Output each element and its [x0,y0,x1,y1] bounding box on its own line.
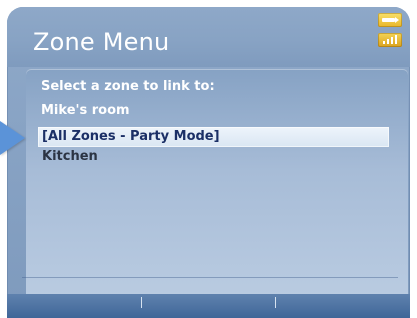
battery-icon [378,13,402,27]
panel-footer-divider [22,277,398,278]
softkey-right[interactable] [276,294,410,318]
zone-option-kitchen[interactable]: Kitchen [26,147,408,167]
signal-strength-icon [378,33,402,47]
remote-control-display: Zone Menu Select a zone to link to: Mike… [0,0,417,318]
zone-list-panel: Select a zone to link to: Mike's room [A… [26,69,408,295]
zone-list: [All Zones - Party Mode] Kitchen [26,127,408,167]
battery-level-bar [382,18,395,22]
battery-arrow [395,17,399,23]
zone-option-all-zones-party-mode[interactable]: [All Zones - Party Mode] [38,127,389,147]
softkey-bar [7,294,410,318]
zone-menu-screen: Zone Menu Select a zone to link to: Mike… [7,7,410,318]
signal-bar-1 [383,41,385,44]
zone-link-prompt: Select a zone to link to: [41,79,215,94]
header-bar: Zone Menu [7,7,410,67]
selection-pointer-arrow [0,121,25,155]
signal-bar-3 [391,37,393,44]
softkey-left[interactable] [7,294,141,318]
signal-bar-2 [387,39,389,44]
page-title: Zone Menu [33,28,170,56]
signal-bar-4 [395,35,397,44]
softkey-middle[interactable] [142,294,276,318]
current-zone-label: Mike's room [41,103,130,118]
